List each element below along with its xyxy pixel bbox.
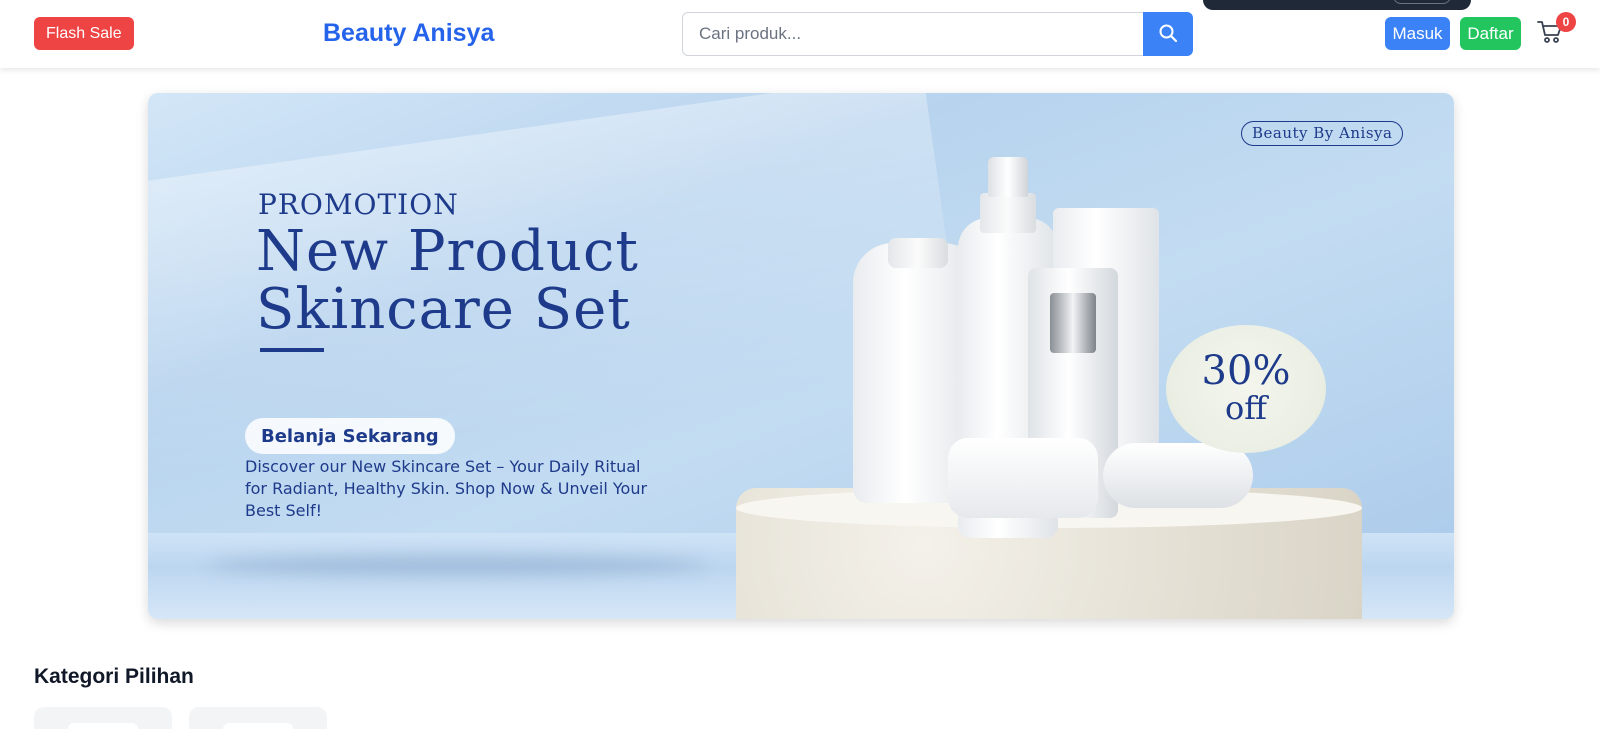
login-button[interactable]: Masuk — [1385, 17, 1450, 50]
category-thumbnail — [223, 723, 293, 729]
discount-badge: 30% off — [1166, 325, 1326, 453]
product-bottle-cap — [888, 238, 948, 268]
headline-divider — [260, 348, 324, 352]
shop-now-button[interactable]: Belanja Sekarang — [245, 418, 455, 454]
category-thumbnail — [68, 723, 138, 729]
cart-count-badge: 0 — [1556, 12, 1576, 32]
discount-value: 30% — [1201, 348, 1291, 394]
top-navbar: Flash Sale Beauty Anisya Masuk Daftar 0 — [0, 0, 1600, 68]
categories-section-title: Kategori Pilihan — [34, 665, 194, 688]
cart-button[interactable]: 0 — [1536, 12, 1576, 46]
headline-line-1: New Product — [256, 219, 639, 284]
banner-description: Discover our New Skincare Set – Your Dai… — [245, 457, 648, 520]
promo-banner[interactable]: Beauty By Anisya PROMOTION New Product S… — [148, 93, 1454, 619]
category-card[interactable] — [189, 707, 327, 729]
register-button[interactable]: Daftar — [1460, 17, 1521, 50]
headline-line-2: Skincare Set — [256, 277, 631, 342]
search-button[interactable] — [1143, 12, 1193, 56]
search-bar — [682, 12, 1193, 56]
spray-bottle-cap — [988, 157, 1028, 197]
product-cream-jar — [948, 438, 1098, 518]
product-soap-bar — [1103, 443, 1253, 508]
banner-promo-label: PROMOTION — [258, 188, 459, 221]
banner-floor-shadow — [208, 555, 708, 575]
discount-suffix: off — [1225, 389, 1267, 427]
serum-pump-cap — [1050, 293, 1096, 353]
brand-logo-link[interactable]: Beauty Anisya — [323, 19, 494, 48]
search-icon — [1158, 23, 1178, 46]
banner-brand-tag: Beauty By Anisya — [1241, 121, 1404, 146]
search-input[interactable] — [682, 12, 1143, 56]
category-card[interactable] — [34, 707, 172, 729]
floating-toolbar — [1203, 0, 1471, 10]
flash-sale-button[interactable]: Flash Sale — [34, 17, 134, 50]
banner-headline: New Product Skincare Set — [256, 223, 816, 339]
spray-bottle-neck — [980, 193, 1036, 233]
